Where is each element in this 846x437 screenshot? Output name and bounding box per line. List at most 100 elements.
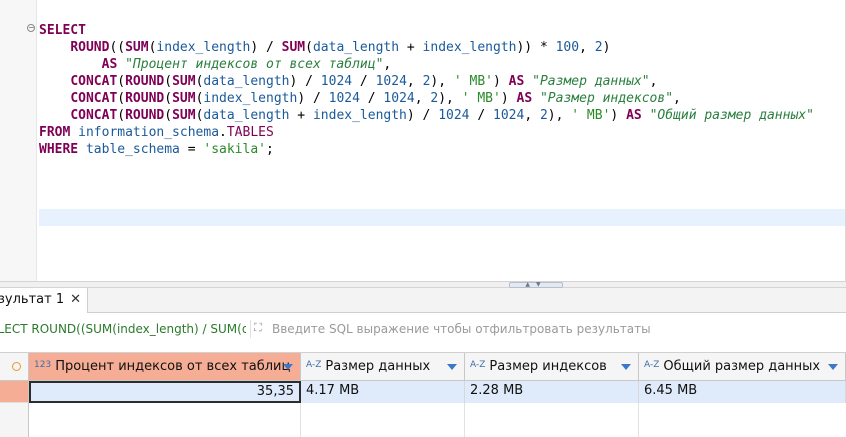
code-token: + [399,40,423,55]
code-token: SELECT [39,23,86,38]
code-token: )) * [516,40,556,55]
text-type-icon: A-Z [306,360,322,370]
code-token: TABLES [226,125,274,140]
table-cell[interactable]: 4.17 MB [301,381,465,403]
divider [250,320,251,338]
filter-input[interactable] [272,318,832,340]
code-token: ( [164,91,173,106]
column-header-label: Размер индексов [489,359,607,374]
code-line[interactable]: WHERE table_schema = 'sakila'; [39,141,814,158]
code-token: 'sakila' [203,142,266,157]
close-icon[interactable]: ✕ [70,288,81,312]
code-token: (( [109,40,126,55]
chevron-down-icon[interactable] [828,364,838,370]
sql-editor[interactable]: − SELECT ROUND((SUM(index_length) / SUM(… [0,0,846,281]
chevron-down-icon[interactable] [283,364,293,370]
code-token: ) / [250,40,282,55]
divider [300,403,301,437]
column-header-index-size[interactable]: A-Z Размер индексов [465,353,639,381]
code-token: CONCAT [70,91,118,106]
code-token: ) / [297,91,329,106]
code-token: data_length [312,40,400,55]
code-line[interactable]: CONCAT(ROUND(SUM(data_length + index_len… [39,107,814,124]
code-token: ) [610,108,627,123]
code-token: . [219,125,227,140]
numeric-type-icon: 123 [34,360,52,370]
table-cell[interactable]: 35,35 [29,381,301,403]
code-token: SUM [172,108,196,123]
code-token: ) / [406,108,439,123]
chevron-down-icon[interactable] [621,364,631,370]
column-header-label: Общий размер данных [663,359,821,374]
code-token: WHERE [39,142,79,157]
code-token: ; [266,142,274,157]
code-token: data_length [203,74,290,89]
code-token: data_length [203,108,290,123]
code-token: / [469,108,493,123]
code-token: SUM [281,40,306,55]
code-line[interactable]: SELECT [39,22,814,39]
code-line[interactable]: AS "Процент индексов от всех таблиц", [39,56,814,73]
code-token: ( [117,74,126,89]
fold-collapse-icon[interactable]: − [27,24,35,32]
code-token: index_length [422,40,517,55]
divider [638,403,639,437]
code-token: "Процент индексов от всех таблиц" [125,57,384,72]
code-token: AS [516,91,533,106]
code-token: , [383,57,392,72]
select-all-icon[interactable] [12,362,21,371]
code-line[interactable]: CONCAT(ROUND(SUM(data_length) / 1024 / 1… [39,73,814,90]
table-cell[interactable]: 2.28 MB [465,381,639,403]
code-line[interactable]: ROUND((SUM(index_length) / SUM(data_leng… [39,39,814,56]
panel-splitter[interactable]: ▲▼ [0,281,846,288]
code-token: ) / [289,74,321,89]
code-token: / [359,91,384,106]
tab-results-1-label: зультат 1 [0,292,65,307]
code-token: ), [430,74,454,89]
code-token: CONCAT [70,108,118,123]
query-preview[interactable]: ELECT ROUND((SUM(index_length) / SUM(dat [0,320,246,338]
code-token: 1024 [493,108,525,123]
code-token: ), [438,91,462,106]
current-line-highlight [39,209,846,226]
sql-code[interactable]: SELECT ROUND((SUM(index_length) / SUM(da… [39,22,814,158]
code-token: AS [508,74,525,89]
chevron-down-icon[interactable] [447,364,457,370]
code-token: AS [101,57,118,72]
code-token: / [352,74,376,89]
text-type-icon: A-Z [470,360,486,370]
code-token: SUM [172,74,196,89]
code-token: SUM [172,91,196,106]
row-number-cell[interactable] [0,381,29,403]
tab-results-1[interactable]: зультат 1 ✕ [0,288,88,313]
results-grid[interactable]: 123 Процент индексов от всех таблиц A-Z Ра… [0,352,846,437]
code-token: , [414,91,431,106]
column-header-index-percent[interactable]: 123 Процент индексов от всех таблиц [29,353,301,381]
code-token: 2 [539,108,548,123]
code-token: "Размер данных" [532,74,650,89]
column-header-data-size[interactable]: A-Z Размер данных [301,353,465,381]
row-number-header[interactable] [0,353,29,381]
code-token: ROUND [125,74,165,89]
expand-icon[interactable]: ⛶ [254,322,266,334]
table-cell[interactable]: 6.45 MB [639,381,846,403]
code-token: ROUND [70,40,110,55]
code-token: 1024 [320,74,353,89]
column-header-total-size[interactable]: A-Z Общий размер данных [639,353,846,381]
code-line[interactable]: FROM information_schema.TABLES [39,124,814,141]
code-token: = [179,142,204,157]
code-token: ROUND [125,91,165,106]
code-token: 1024 [438,108,470,123]
code-token: , [673,91,681,106]
text-type-icon: A-Z [644,360,660,370]
code-token: index_length [312,108,407,123]
code-line[interactable]: CONCAT(ROUND(SUM(index_length) / 1024 / … [39,90,814,107]
